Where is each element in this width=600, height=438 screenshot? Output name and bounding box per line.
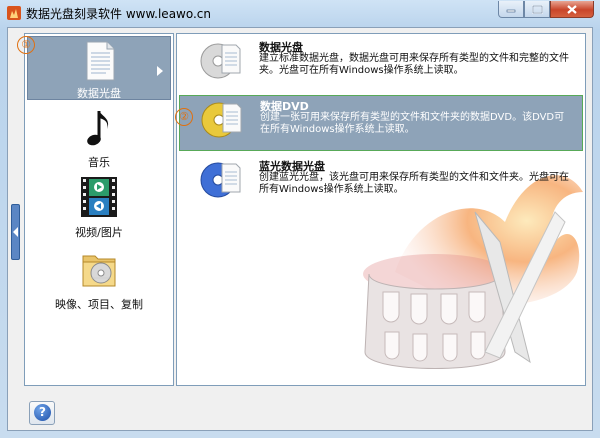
title-bar[interactable]: 数据光盘刻录软件 www.leawo.cn — [0, 0, 600, 26]
category-label: 数据光盘 — [77, 87, 121, 100]
help-icon: ? — [34, 404, 51, 421]
dvd-disc-icon — [201, 102, 242, 138]
folder-disc-icon — [82, 255, 116, 287]
chevron-left-icon — [13, 227, 18, 237]
app-window: 数据光盘刻录软件 www.leawo.cn 数据光盘 音乐 视频/图片 映像、项… — [0, 0, 600, 438]
close-icon — [567, 4, 577, 14]
cd-disc-icon — [200, 43, 241, 79]
window-controls — [498, 1, 594, 19]
minimize-icon — [506, 9, 516, 13]
option-data-disc[interactable]: 数据光盘 建立标准数据光盘，数据光盘可用来保存所有类型的文件和完整的文件夹。光盘… — [179, 37, 583, 91]
category-label: 视频/图片 — [75, 226, 123, 239]
bluray-disc-icon — [200, 162, 241, 198]
minimize-button[interactable] — [498, 1, 524, 18]
option-data-dvd[interactable]: 数据DVD 创建一张可用来保存所有类型的文件和文件夹的数据DVD。该DVD可在所… — [179, 95, 583, 151]
category-image-project-copy[interactable]: 映像、项目、复制 — [27, 244, 171, 311]
app-flame-icon — [7, 6, 21, 20]
document-icon — [86, 41, 115, 81]
category-list: 数据光盘 音乐 视频/图片 映像、项目、复制 — [24, 33, 174, 386]
category-data-disc[interactable]: 数据光盘 — [27, 36, 171, 100]
close-button[interactable] — [550, 1, 594, 18]
annotation-marker-1: ① — [17, 36, 35, 54]
option-bluray-disc[interactable]: 蓝光数据光盘 创建蓝光光盘，该光盘可用来保存所有类型的文件和文件夹。光盘可在所有… — [179, 156, 583, 210]
help-button[interactable]: ? — [29, 401, 55, 425]
music-note-icon — [87, 111, 109, 146]
chevron-right-icon — [157, 66, 163, 76]
option-description: 建立标准数据光盘，数据光盘可用来保存所有类型的文件和完整的文件夹。光盘可在所有W… — [259, 53, 569, 76]
maximize-button[interactable] — [524, 1, 550, 18]
category-video-photo[interactable]: 视频/图片 — [27, 174, 171, 240]
maximize-icon — [531, 4, 543, 14]
option-description: 创建一张可用来保存所有类型的文件和文件夹的数据DVD。该DVD可在所有Windo… — [260, 112, 565, 135]
client-area: 数据光盘 音乐 视频/图片 映像、项目、复制 数据光盘 建立标准数据光盘，数据光… — [7, 27, 593, 431]
option-description: 创建蓝光光盘，该光盘可用来保存所有类型的文件和文件夹。光盘可在所有Windows… — [259, 172, 569, 195]
category-label: 音乐 — [88, 156, 110, 169]
option-list: 数据光盘 建立标准数据光盘，数据光盘可用来保存所有类型的文件和完整的文件夹。光盘… — [176, 33, 586, 386]
window-title: 数据光盘刻录软件 www.leawo.cn — [26, 7, 212, 21]
collapse-sidebar-button[interactable] — [11, 204, 20, 260]
annotation-marker-2: ② — [175, 108, 193, 126]
category-label: 映像、项目、复制 — [55, 298, 143, 311]
film-strip-icon — [81, 177, 117, 217]
category-music[interactable]: 音乐 — [27, 106, 171, 170]
